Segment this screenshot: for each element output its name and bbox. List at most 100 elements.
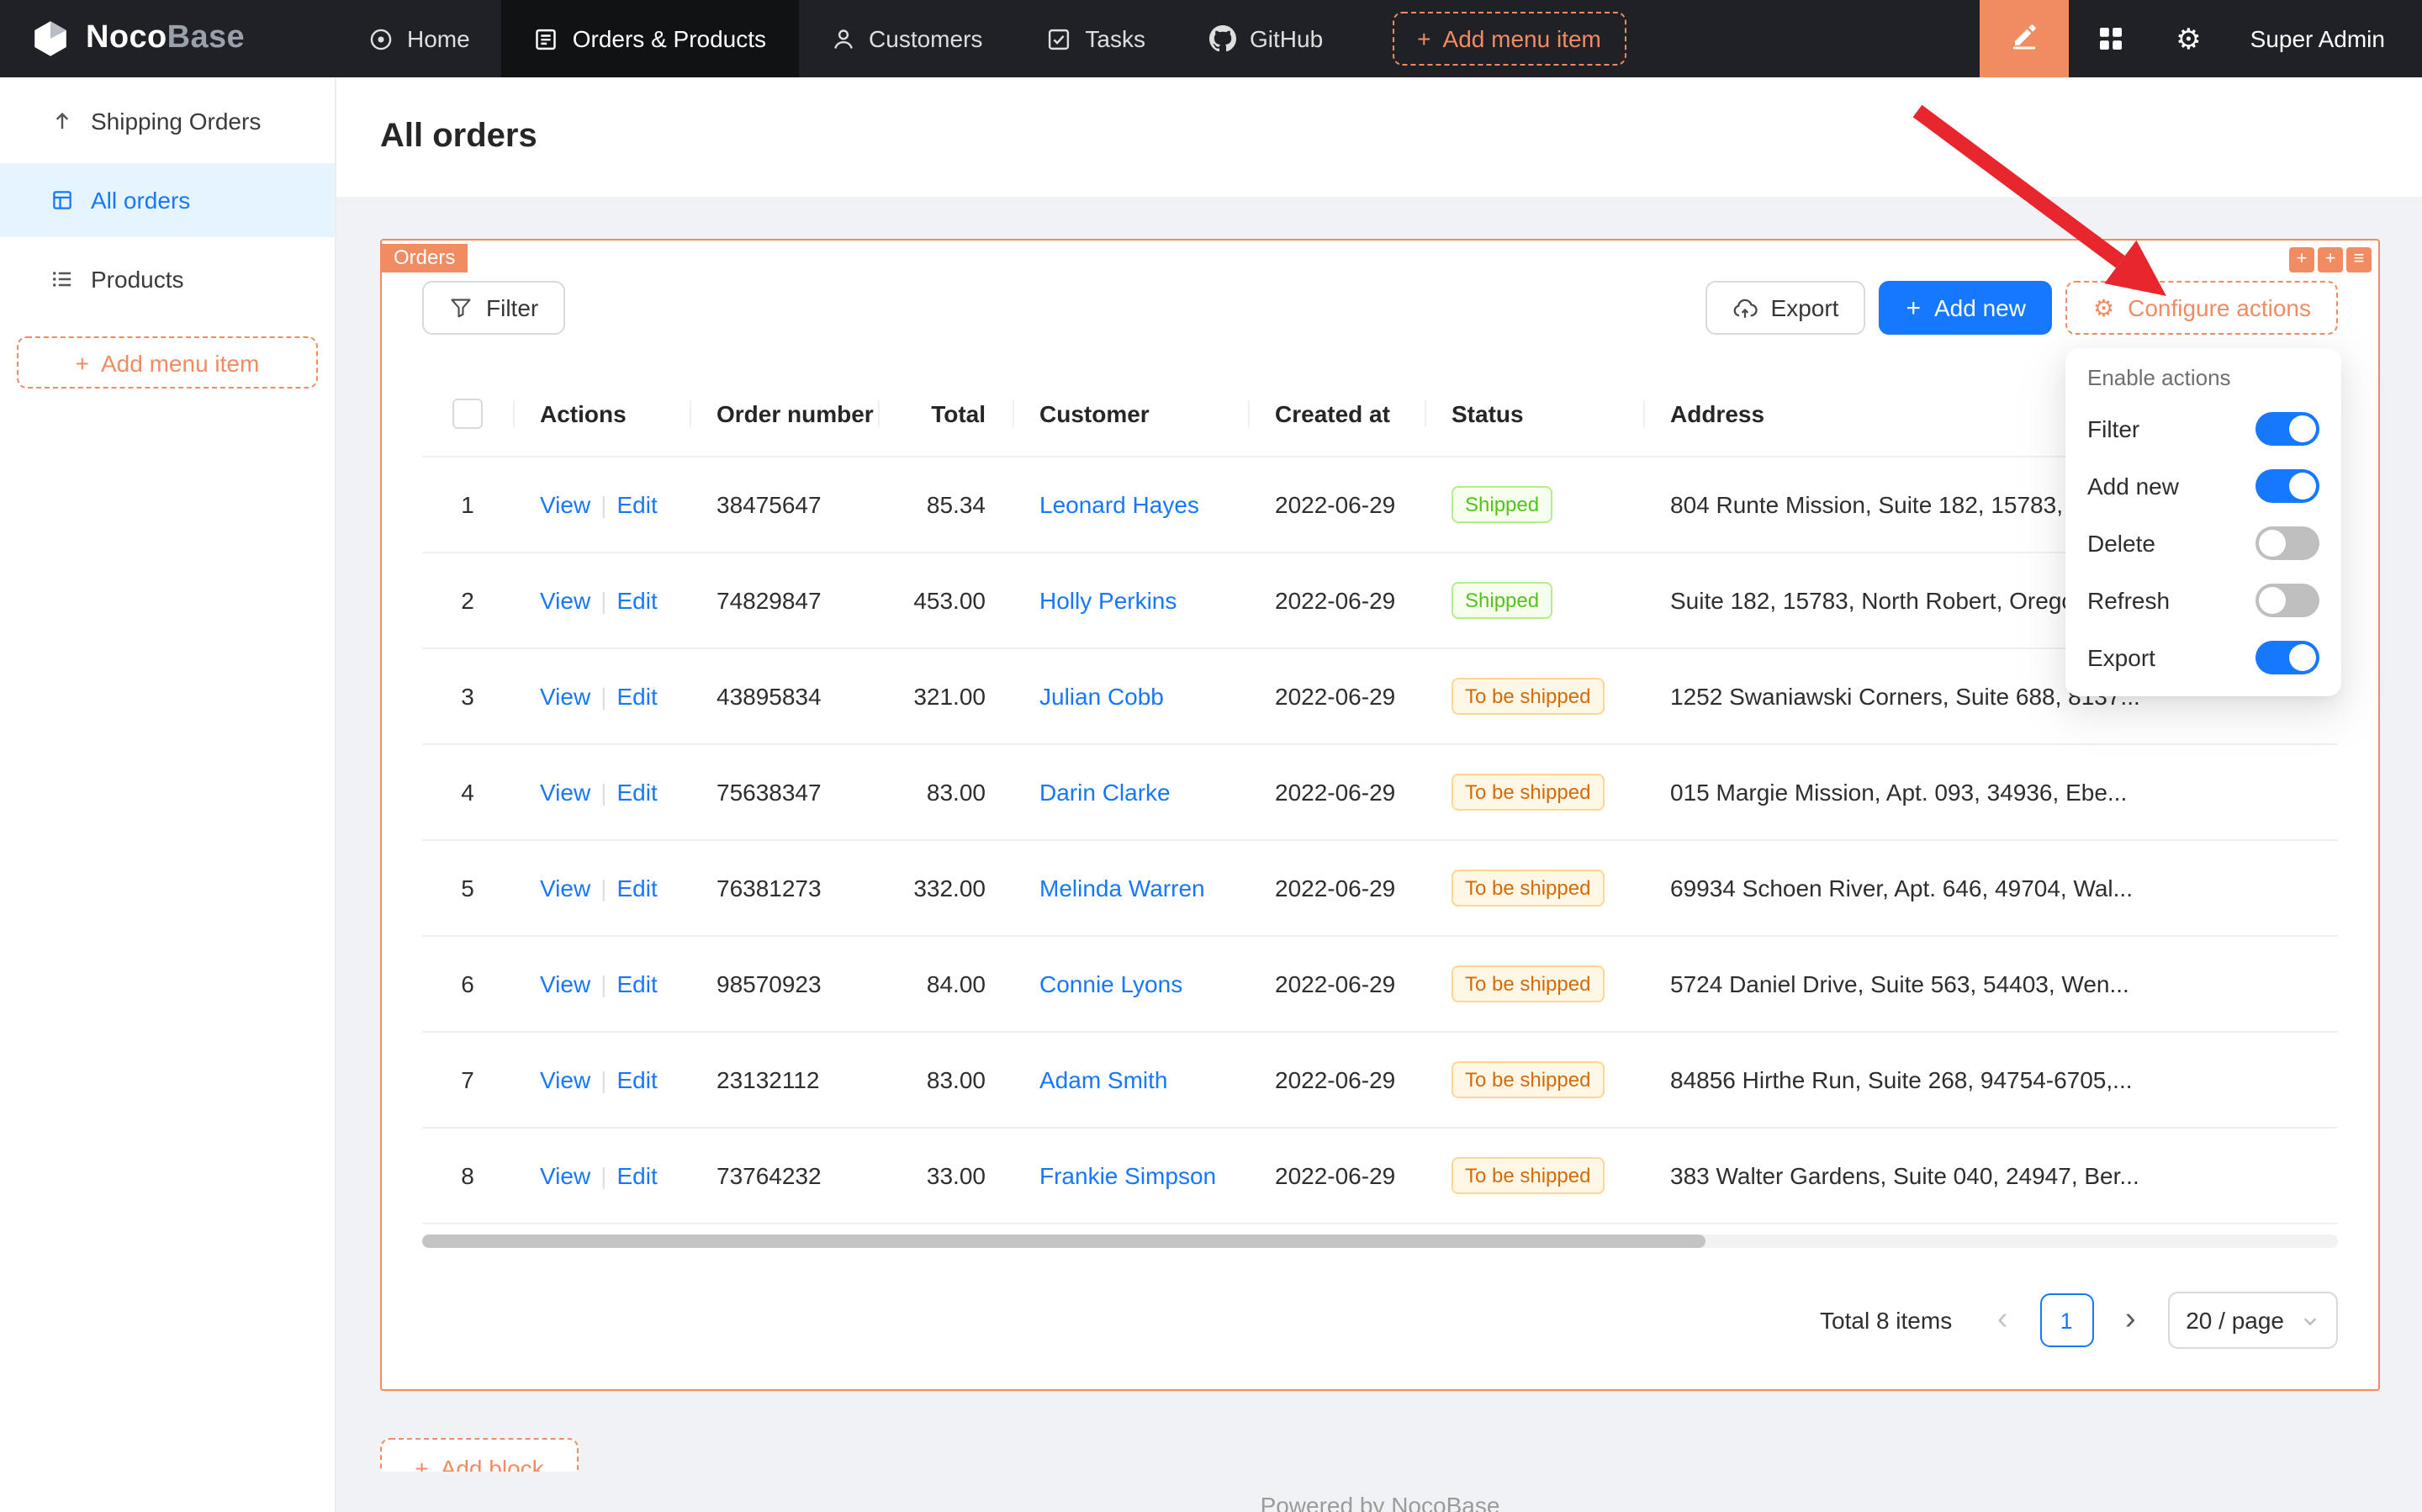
enable-action-item[interactable]: Refresh <box>2065 572 2341 629</box>
status-cell: To be shipped <box>1425 1061 1643 1098</box>
add-field-plus-icon[interactable] <box>2289 247 2314 272</box>
nav-item-home[interactable]: Home <box>336 0 502 77</box>
scrollbar-thumb[interactable] <box>422 1234 1705 1248</box>
customer-link[interactable]: Darin Clarke <box>1039 779 1171 806</box>
configure-actions-button[interactable]: Configure actions <box>2066 281 2338 335</box>
sidebar-item-all-orders[interactable]: All orders <box>0 163 335 237</box>
body-row: Shipping Orders All orders Products Add … <box>0 77 2422 1512</box>
current-page-button[interactable]: 1 <box>2039 1293 2093 1347</box>
filter-button[interactable]: Filter <box>422 281 565 335</box>
edit-link[interactable]: Edit <box>616 683 657 710</box>
view-link[interactable]: View <box>540 683 590 710</box>
export-cloud-icon <box>1732 295 1758 320</box>
edit-link[interactable]: Edit <box>616 1162 657 1189</box>
sidebar-add-menu-item-button[interactable]: Add menu item <box>17 336 318 389</box>
divider <box>600 1162 606 1189</box>
view-link[interactable]: View <box>540 587 590 614</box>
sidebar-item-shipping-orders[interactable]: Shipping Orders <box>0 84 335 158</box>
edit-link[interactable]: Edit <box>616 1066 657 1093</box>
enable-action-item[interactable]: Add new <box>2065 457 2341 515</box>
view-link[interactable]: View <box>540 875 590 901</box>
ui-editor-button[interactable] <box>1979 0 2068 77</box>
customer-cell: Julian Cobb <box>1013 683 1248 710</box>
current-user[interactable]: Super Admin <box>2250 25 2385 52</box>
status-cell: To be shipped <box>1425 678 1643 715</box>
toggle-switch[interactable] <box>2255 584 2319 617</box>
enable-action-item[interactable]: Export <box>2065 629 2341 686</box>
enable-action-item[interactable]: Filter <box>2065 400 2341 457</box>
view-link[interactable]: View <box>540 779 590 806</box>
status-cell: To be shipped <box>1425 774 1643 811</box>
nav-item-customers[interactable]: Customers <box>798 0 1014 77</box>
order-number-cell: 43895834 <box>690 683 878 710</box>
select-all-checkbox[interactable] <box>452 399 483 429</box>
select-all-cell <box>422 399 513 429</box>
customer-cell: Connie Lyons <box>1013 970 1248 997</box>
add-new-button[interactable]: Add new <box>1879 281 2053 335</box>
toggle-switch[interactable] <box>2255 412 2319 446</box>
nav-item-github[interactable]: GitHub <box>1177 0 1355 77</box>
page-title: All orders <box>380 118 537 156</box>
customer-link[interactable]: Connie Lyons <box>1039 970 1182 997</box>
block-menu-icon[interactable] <box>2346 247 2372 272</box>
created-at-cell: 2022-06-29 <box>1248 683 1425 710</box>
logo[interactable]: NocoBase <box>0 0 336 77</box>
customer-link[interactable]: Adam Smith <box>1039 1066 1168 1093</box>
page-size-select[interactable]: 20 / page <box>2167 1292 2338 1349</box>
divider <box>600 587 606 614</box>
status-cell: To be shipped <box>1425 965 1643 1002</box>
configure-actions-label: Configure actions <box>2128 294 2311 321</box>
settings-gear-icon[interactable] <box>2176 24 2202 53</box>
table-row: 4 View Edit 75638347 83.00 <box>422 745 2338 841</box>
toggle-switch[interactable] <box>2255 641 2319 674</box>
table-toolbar: Filter Export Add new <box>422 281 2338 335</box>
nocobase-app: NocoBase Home Orders & Products Customer… <box>0 0 2422 1512</box>
nav-add-menu-item-button[interactable]: Add menu item <box>1392 12 1626 66</box>
header-actions: Actions <box>513 400 690 427</box>
divider <box>600 1066 606 1093</box>
tasks-check-icon <box>1046 26 1071 51</box>
view-link[interactable]: View <box>540 1162 590 1189</box>
edit-link[interactable]: Edit <box>616 875 657 901</box>
sidebar-item-products[interactable]: Products <box>0 242 335 316</box>
nocobase-logo-icon <box>30 19 71 59</box>
customer-link[interactable]: Frankie Simpson <box>1039 1162 1216 1189</box>
next-page-button[interactable] <box>2107 1293 2154 1347</box>
plus-icon <box>415 1455 428 1472</box>
logo-text: NocoBase <box>86 20 245 57</box>
toggle-switch[interactable] <box>2255 469 2319 503</box>
nav-item-orders-products[interactable]: Orders & Products <box>502 0 798 77</box>
created-at-cell: 2022-06-29 <box>1248 587 1425 614</box>
view-link[interactable]: View <box>540 491 590 518</box>
table-body: 1 View Edit 38475647 85.34 <box>422 457 2338 1224</box>
row-actions-cell: View Edit <box>513 1162 690 1189</box>
status-badge: To be shipped <box>1452 870 1604 907</box>
created-at-cell: 2022-06-29 <box>1248 875 1425 901</box>
plus-icon <box>76 349 89 376</box>
toggle-switch[interactable] <box>2255 526 2319 560</box>
order-number-cell: 38475647 <box>690 491 878 518</box>
add-action-plus-icon[interactable] <box>2318 247 2343 272</box>
plugins-grid-icon[interactable] <box>2097 25 2123 52</box>
edit-link[interactable]: Edit <box>616 779 657 806</box>
customer-link[interactable]: Holly Perkins <box>1039 587 1177 614</box>
prev-page-button[interactable] <box>1979 1293 2026 1347</box>
nav-item-tasks[interactable]: Tasks <box>1014 0 1177 77</box>
edit-link[interactable]: Edit <box>616 491 657 518</box>
edit-link[interactable]: Edit <box>616 587 657 614</box>
row-actions-cell: View Edit <box>513 491 690 518</box>
header-order-number: Order number <box>690 400 878 427</box>
customer-link[interactable]: Julian Cobb <box>1039 683 1164 710</box>
export-button[interactable]: Export <box>1705 281 1866 335</box>
edit-link[interactable]: Edit <box>616 970 657 997</box>
add-block-button[interactable]: Add block <box>380 1438 579 1472</box>
view-link[interactable]: View <box>540 1066 590 1093</box>
enable-action-item[interactable]: Delete <box>2065 515 2341 572</box>
customer-link[interactable]: Melinda Warren <box>1039 875 1205 901</box>
view-link[interactable]: View <box>540 970 590 997</box>
table-row: 6 View Edit 98570923 84.00 <box>422 937 2338 1033</box>
row-actions-cell: View Edit <box>513 683 690 710</box>
customer-link[interactable]: Leonard Hayes <box>1039 491 1199 518</box>
nav-label: Orders & Products <box>573 25 766 52</box>
address-cell: 69934 Schoen River, Apt. 646, 49704, Wal… <box>1643 875 2338 901</box>
